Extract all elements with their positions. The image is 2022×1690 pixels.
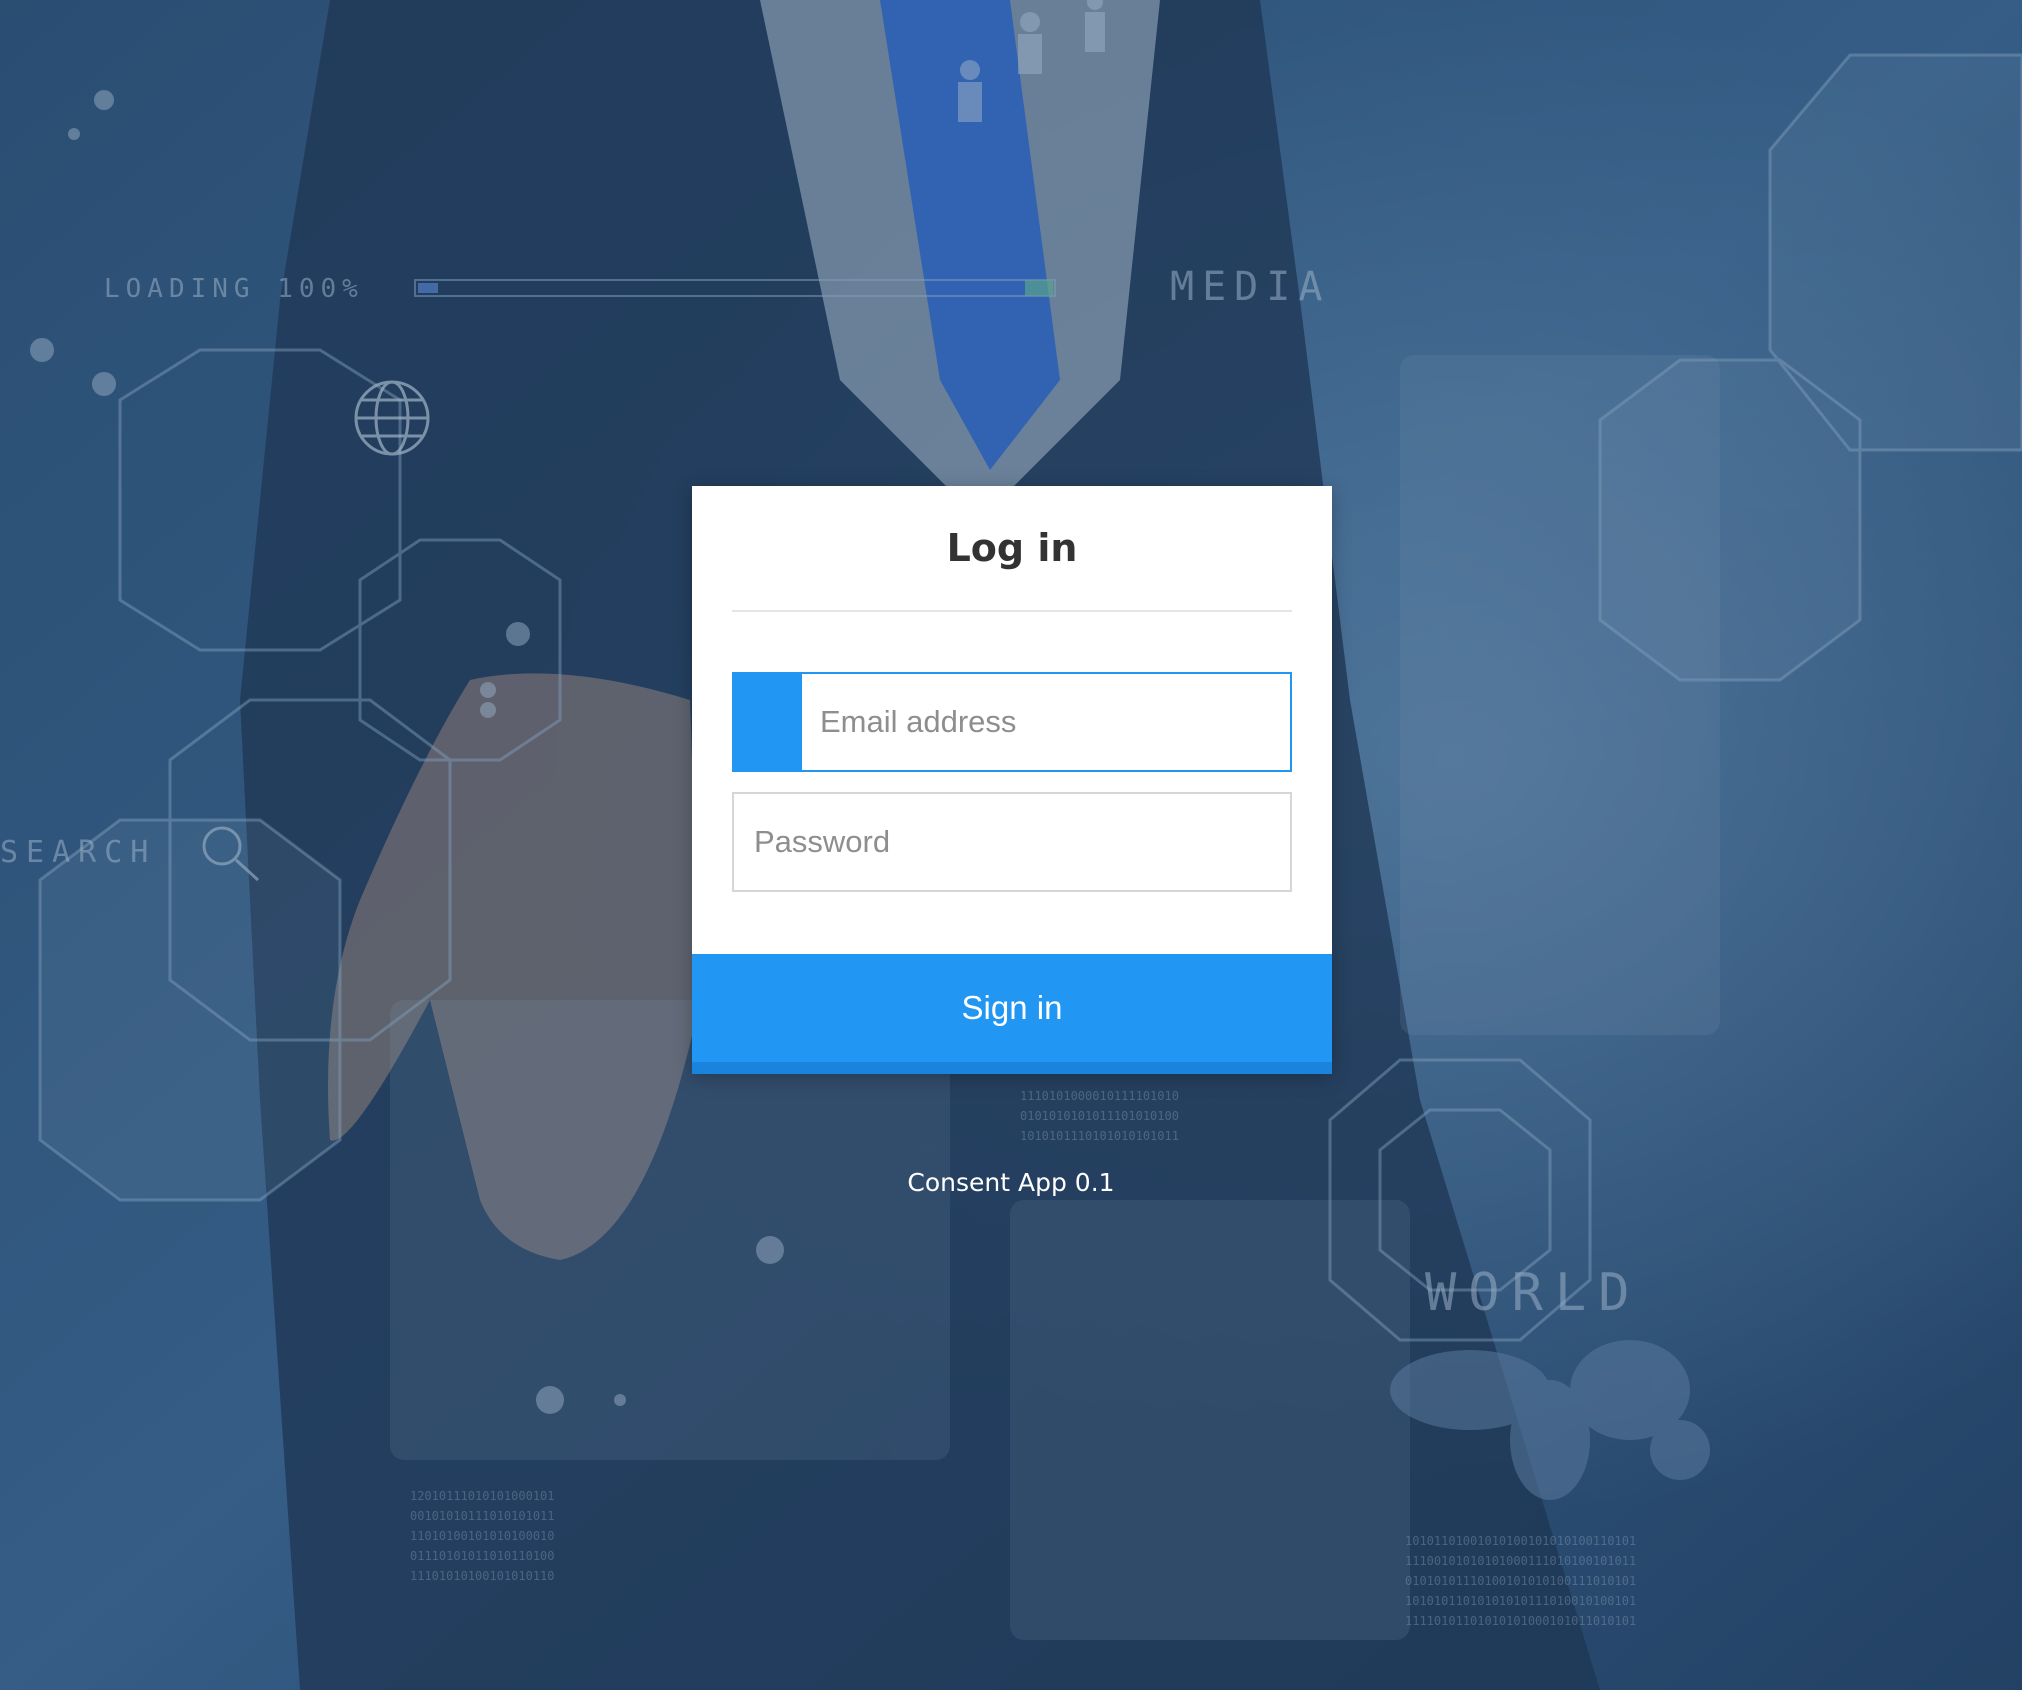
login-card: Log in Sign in: [692, 486, 1332, 1074]
email-field-group: [732, 672, 1292, 772]
app-version-label: Consent App 0.1: [907, 1168, 1115, 1197]
password-input[interactable]: [734, 794, 1290, 890]
email-addon: [734, 674, 802, 770]
sign-in-button[interactable]: Sign in: [692, 954, 1332, 1074]
email-input[interactable]: [802, 674, 1290, 770]
password-field-group: [732, 792, 1292, 892]
title-divider: [732, 610, 1292, 612]
login-title: Log in: [946, 526, 1078, 570]
